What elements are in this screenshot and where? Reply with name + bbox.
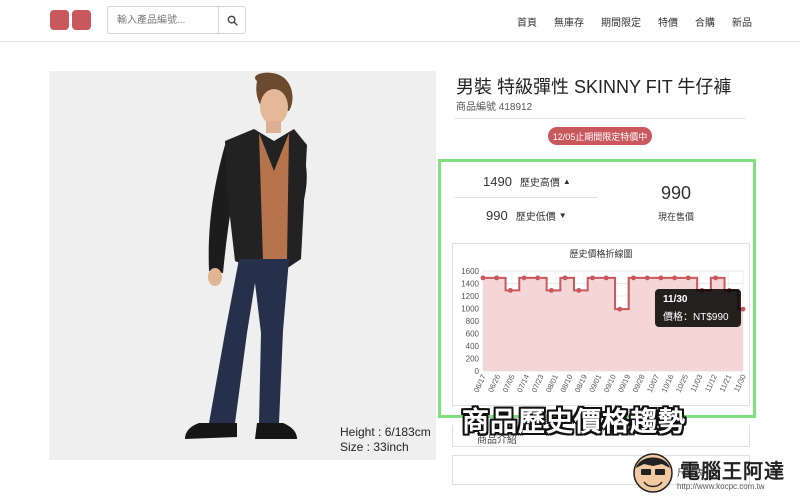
nav-new[interactable]: 新品 <box>732 14 752 29</box>
nav-home[interactable]: 首頁 <box>517 14 537 29</box>
chart-title: 歷史價格折線圖 <box>569 248 632 259</box>
data-point <box>685 275 691 281</box>
y-tick-label: 200 <box>466 355 480 364</box>
watermark-url: http://www.kocpc.com.tw <box>677 482 765 491</box>
y-tick-label: 400 <box>466 342 480 351</box>
x-tick-label: 10/25 <box>674 373 690 394</box>
y-tick-label: 1200 <box>461 292 479 301</box>
nav-limited[interactable]: 期間限定 <box>601 14 641 29</box>
data-point <box>644 275 650 281</box>
data-point <box>617 306 623 312</box>
low-price-label: 歷史低價 <box>515 212 556 223</box>
data-point <box>535 275 541 281</box>
data-point <box>549 287 554 293</box>
model-size: Size : 33inch <box>340 440 409 454</box>
model-height: Height : 6/183cm <box>340 425 431 439</box>
data-point <box>494 275 500 281</box>
top-header: 首頁 無庫存 期間限定 特價 合購 新品 <box>0 0 800 42</box>
product-sku: 商品編號 418912 <box>456 102 533 113</box>
model-size-caption: Height : 6/183cm Size : 33inch <box>340 425 431 455</box>
data-point <box>740 306 746 312</box>
caret-up-icon: ▲ <box>562 177 571 186</box>
watermark-text: 電腦王阿達 <box>680 461 785 483</box>
product-title: 男裝 特級彈性 SKINNY FIT 牛仔褲 <box>456 77 732 97</box>
caret-down-icon: ▼ <box>558 211 567 220</box>
data-point <box>480 275 486 281</box>
search-input[interactable] <box>108 7 218 33</box>
data-point <box>576 287 582 293</box>
high-price-value: 1490 <box>483 174 512 189</box>
nav-sale[interactable]: 特價 <box>658 14 678 29</box>
data-point <box>562 275 568 281</box>
price-separator <box>455 197 598 198</box>
data-point <box>658 275 664 281</box>
chart-tooltip: 11/30 價格：NT$990 <box>655 289 741 327</box>
y-tick-label: 800 <box>466 317 480 326</box>
current-price-label: 現在售價 <box>657 212 694 222</box>
data-point <box>672 275 677 281</box>
promo-badge: 12/05止期間限定特價中 <box>548 127 652 145</box>
nav-out-of-stock[interactable]: 無庫存 <box>554 14 584 29</box>
tooltip-date: 11/30 <box>663 294 688 305</box>
y-tick-label: 1400 <box>461 280 479 289</box>
site-logo[interactable] <box>50 10 91 30</box>
y-tick-label: 1000 <box>461 305 479 314</box>
current-price-value: 990 <box>660 183 692 203</box>
divider <box>454 118 746 119</box>
x-tick-label: 11/30 <box>732 373 748 393</box>
history-high-price[interactable]: 1490 歷史高價 ▲ <box>483 174 571 189</box>
x-tick-label: 11/12 <box>703 373 719 393</box>
search-box <box>107 6 246 34</box>
y-tick-label: 1600 <box>461 267 479 276</box>
data-point <box>521 275 527 281</box>
data-point <box>507 287 513 293</box>
watermark-mascot-icon <box>633 453 673 493</box>
data-point <box>713 275 719 281</box>
search-icon <box>227 15 238 26</box>
nav-bundle[interactable]: 合購 <box>695 14 715 29</box>
x-tick-label: 11/21 <box>718 373 734 393</box>
low-price-value: 990 <box>486 208 508 223</box>
y-tick-label: 600 <box>466 330 480 339</box>
data-point <box>590 275 595 281</box>
data-point <box>603 275 609 281</box>
overlay-caption: 商品歷史價格趨勢 <box>462 407 686 437</box>
search-button[interactable] <box>218 7 245 33</box>
tooltip-price: 價格：NT$990 <box>663 312 729 323</box>
product-photo <box>49 71 436 460</box>
main-nav: 首頁 無庫存 期間限定 特價 合購 新品 <box>500 14 752 29</box>
model-illustration <box>49 71 436 460</box>
data-point <box>631 275 636 281</box>
history-low-price[interactable]: 990 歷史低價 ▼ <box>486 208 567 223</box>
high-price-label: 歷史高價 <box>519 178 560 189</box>
x-tick-label: 11/03 <box>689 373 705 393</box>
